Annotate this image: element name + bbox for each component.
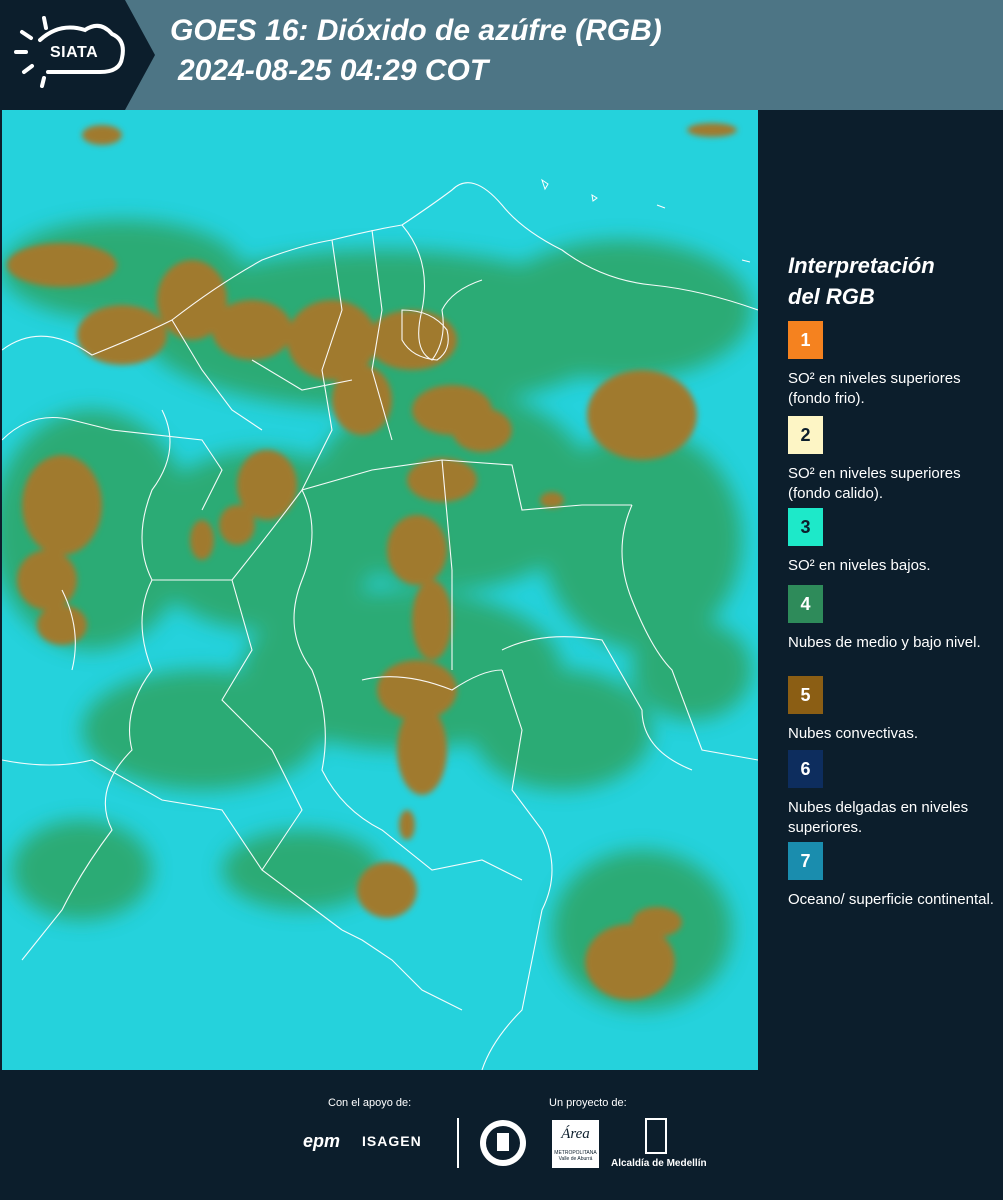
legend-item: 4 Nubes de medio y bajo nivel.	[788, 585, 998, 653]
area-metropolitana-logo: Área METROPOLITANA Valle de Aburrá	[552, 1120, 599, 1168]
legend-title: Interpretación del RGB	[788, 250, 988, 312]
legend-item: 1 SO² en niveles superiores (fondo frio)…	[788, 321, 998, 409]
siata-logo: SIATA	[0, 0, 155, 110]
footer-divider	[457, 1118, 459, 1168]
footer: Con el apoyo de: Un proyecto de: epm ISA…	[0, 1070, 1003, 1200]
medellin-seal-icon	[480, 1120, 526, 1166]
page-timestamp: 2024-08-25 04:29 COT	[178, 54, 489, 87]
legend-swatch: 5	[788, 676, 823, 714]
legend-item: 5 Nubes convectivas.	[788, 676, 998, 744]
legend-label: Nubes delgadas en niveles superiores.	[788, 799, 969, 836]
legend-label: SO² en niveles bajos.	[788, 557, 931, 574]
legend-item: 6 Nubes delgadas en niveles superiores.	[788, 750, 998, 838]
isagen-logo: ISAGEN	[362, 1133, 422, 1149]
legend-title-line1: Interpretación	[788, 253, 935, 278]
legend-label: Nubes de medio y bajo nivel.	[788, 634, 981, 651]
legend-label: Oceano/ superficie continental.	[788, 891, 994, 908]
area-logo-text: Área	[561, 1126, 590, 1142]
legend-swatch: 1	[788, 321, 823, 359]
project-label: Un proyecto de:	[549, 1097, 627, 1109]
satellite-map-image	[2, 110, 758, 1070]
legend-panel: Interpretación del RGB 1 SO² en niveles …	[760, 110, 1003, 1070]
alcaldia-shield-icon	[645, 1118, 667, 1154]
satellite-map	[2, 110, 758, 1070]
legend-swatch: 2	[788, 416, 823, 454]
legend-label: SO² en niveles superiores (fondo frio).	[788, 370, 961, 407]
legend-title-line2: del RGB	[788, 284, 875, 309]
legend-item: 3 SO² en niveles bajos.	[788, 508, 998, 576]
legend-label: SO² en niveles superiores (fondo calido)…	[788, 465, 961, 502]
legend-swatch: 4	[788, 585, 823, 623]
alcaldia-label: Alcaldía de Medellín	[611, 1158, 707, 1169]
header-bar: SIATA GOES 16: Dióxido de azúfre (RGB) 2…	[0, 0, 1003, 110]
support-label: Con el apoyo de:	[328, 1097, 412, 1109]
area-logo-subtext: METROPOLITANA Valle de Aburrá	[554, 1150, 597, 1162]
epm-logo: epm	[303, 1131, 341, 1151]
logo-text: SIATA	[50, 44, 99, 61]
page-title: GOES 16: Dióxido de azúfre (RGB)	[170, 14, 662, 47]
legend-swatch: 3	[788, 508, 823, 546]
legend-label: Nubes convectivas.	[788, 725, 919, 742]
legend-swatch: 6	[788, 750, 823, 788]
legend-item: 2 SO² en niveles superiores (fondo calid…	[788, 416, 998, 504]
legend-item: 7 Oceano/ superficie continental.	[788, 842, 998, 910]
legend-swatch: 7	[788, 842, 823, 880]
